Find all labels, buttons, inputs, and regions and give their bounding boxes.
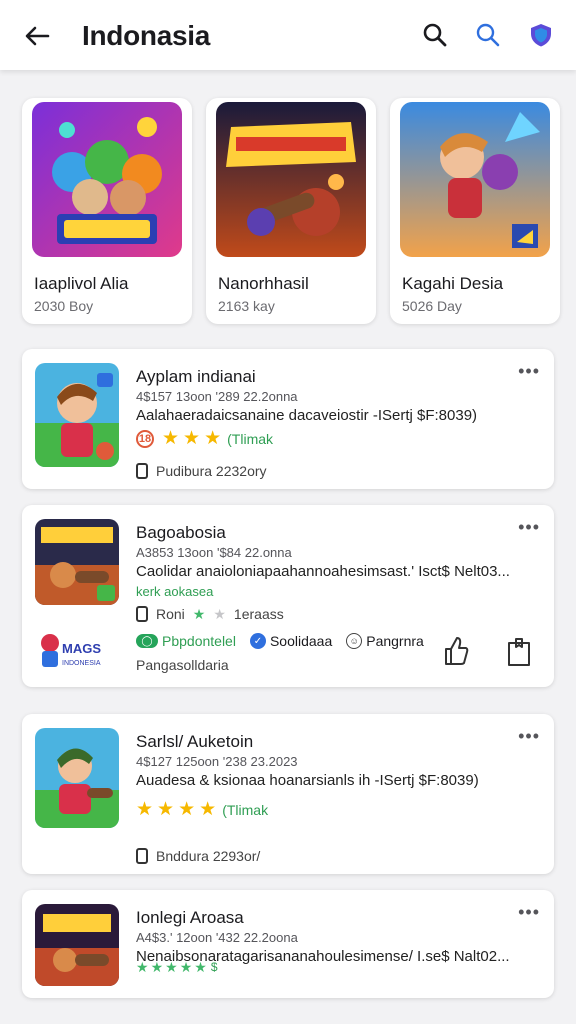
featured-title: Nanorhhasil	[218, 274, 309, 293]
star-icon: ★	[136, 959, 149, 975]
document-icon	[136, 606, 148, 622]
featured-title: Iaaplivol Alia	[34, 274, 129, 293]
app-name: Ionlegi Aroasa	[136, 908, 244, 927]
featured-carousel: Iaaplivol Alia 2030 Boy Nanorhhasil 2163…	[0, 98, 576, 328]
thumbs-up-icon[interactable]	[442, 635, 470, 667]
app-meta: A4$3.' 12oon '432 22.2oona	[136, 930, 298, 945]
app-footer: Pudibura 2232ory	[136, 463, 267, 479]
featured-subtitle: 2163 kay	[218, 298, 275, 314]
featured-subtitle: 5026 Day	[402, 298, 462, 314]
page-title: Indonasia	[82, 20, 210, 51]
chat-icon: ◯	[136, 634, 158, 648]
rating-text: $	[210, 960, 218, 974]
featured-card[interactable]: Nanorhhasil 2163 kay	[206, 98, 376, 324]
document-icon	[136, 848, 148, 864]
rating-row: ★ ★ ★ ★ ★ $	[136, 960, 218, 974]
svg-text:MAGS: MAGS	[62, 641, 101, 656]
app-icon	[35, 363, 119, 467]
rating-text: (Tlimak	[227, 430, 274, 447]
app-list-item[interactable]: Ionlegi Aroasa A4$3.' 12oon '432 22.2oon…	[22, 890, 554, 998]
app-icon	[35, 728, 119, 828]
more-options-icon[interactable]: •••	[518, 361, 540, 382]
star-icon: ★	[150, 959, 164, 975]
star-icon: ★	[179, 959, 193, 975]
app-meta: 4$127 125oon '238 23.2023	[136, 754, 298, 769]
star-icon: ★	[192, 606, 206, 622]
app-list-item[interactable]: Ayplam indianai 4$157 13oon '289 22.2onn…	[22, 349, 554, 489]
app-description: Caolidar anaioloniapaahannoahesimsast.' …	[136, 563, 510, 580]
document-icon	[136, 463, 148, 479]
app-description: Aalahaeradaicsanaine dacaveiostir -ISert…	[136, 407, 478, 424]
rating-label: Roni	[156, 606, 185, 622]
featured-subtitle: 2030 Boy	[34, 298, 94, 314]
footer-text: Pudibura 2232ory	[156, 463, 267, 479]
star-icon: ★	[136, 799, 154, 820]
side-label: Pangasolldaria	[136, 657, 229, 673]
game-artwork	[216, 102, 366, 257]
save-icon[interactable]	[506, 637, 532, 667]
app-list-item[interactable]: Sarlsl/ Auketoin 4$127 125oon '238 23.20…	[22, 714, 554, 874]
action-row: ◯ Pbpdontelel ✓ Soolidaaa ☺ Pangrnra	[136, 633, 438, 649]
more-options-icon[interactable]: •••	[518, 902, 540, 923]
app-meta: 4$157 13oon '289 22.2onna	[136, 389, 298, 404]
star-icon: ★	[213, 606, 226, 622]
search-icon[interactable]	[422, 22, 448, 48]
rating-row: ★ ★ ★ ★ (Tlimak	[136, 800, 268, 819]
shield-icon[interactable]	[528, 22, 554, 48]
app-footer: Bnddura 2293or/	[136, 848, 260, 864]
age-rating-badge: 18	[136, 429, 154, 448]
app-meta: A3853 13oon '$84 22.onna	[136, 545, 292, 560]
app-name: Bagoabosia	[136, 523, 226, 542]
app-name: Ayplam indianai	[136, 367, 256, 386]
rating-row: Roni ★ ★ 1eraass	[136, 606, 284, 622]
verified-action[interactable]: ✓ Soolidaaa	[249, 633, 332, 649]
star-icon: ★	[204, 428, 222, 449]
app-list-item[interactable]: MAGS INDONESIA Bagoabosia A3853 13oon '$…	[22, 505, 554, 687]
star-icon: ★	[165, 959, 178, 975]
mascot-logo: MAGS INDONESIA	[41, 634, 101, 667]
featured-card[interactable]: Iaaplivol Alia 2030 Boy	[22, 98, 192, 324]
app-icon	[35, 519, 119, 605]
star-icon: ★	[199, 799, 217, 820]
rating-text: (Tlimak	[222, 801, 269, 818]
app-description: Auadesa & ksionaa hoanarsianls ih -ISert…	[136, 772, 479, 789]
star-icon: ★	[194, 959, 207, 975]
check-icon: ✓	[249, 633, 266, 649]
game-artwork	[32, 102, 182, 257]
more-options-icon[interactable]: •••	[518, 517, 540, 538]
svg-text:INDONESIA: INDONESIA	[62, 660, 101, 667]
smiley-icon: ☺	[346, 633, 363, 649]
app-tag: kerk aokasea	[136, 584, 214, 599]
back-arrow-icon[interactable]	[22, 21, 52, 51]
rating-extra: 1eraass	[233, 606, 284, 622]
star-icon: ★	[162, 428, 180, 449]
featured-title: Kagahi Desia	[402, 274, 504, 293]
game-artwork	[400, 102, 550, 257]
top-app-bar: Indonasia	[0, 0, 576, 70]
install-action[interactable]: ◯ Pbpdontelel	[136, 633, 236, 649]
star-icon: ★	[183, 428, 201, 449]
more-options-icon[interactable]: •••	[518, 726, 540, 747]
star-icon: ★	[178, 799, 196, 820]
app-icon	[35, 904, 119, 986]
star-icon: ★	[157, 799, 175, 820]
emoji-action[interactable]: ☺ Pangrnra	[346, 633, 424, 649]
footer-text: Bnddura 2293or/	[156, 848, 261, 864]
rating-row: 18 ★ ★ ★ (Tlimak	[136, 429, 273, 448]
search-blue-icon[interactable]	[475, 22, 501, 48]
featured-card[interactable]: Kagahi Desia 5026 Day	[390, 98, 560, 324]
app-name: Sarlsl/ Auketoin	[136, 732, 254, 751]
